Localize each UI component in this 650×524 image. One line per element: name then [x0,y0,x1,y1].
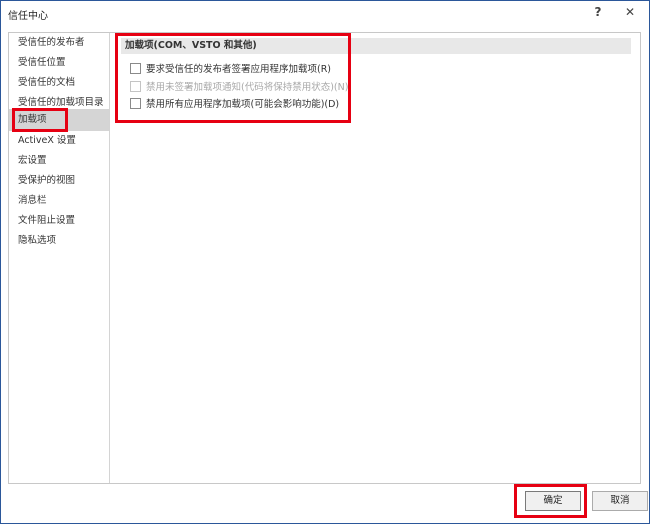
cancel-button[interactable]: 取消 [592,491,648,511]
close-icon[interactable]: ✕ [617,2,643,22]
ok-highlight-box [514,484,587,518]
sidebar-item-trusted-documents[interactable]: 受信任的文档 [9,73,109,93]
sidebar-item-message-bar[interactable]: 消息栏 [9,191,109,211]
title-bar: 信任中心 ? ✕ [1,1,649,25]
dialog-title: 信任中心 [8,11,48,22]
sidebar-item-privacy-options[interactable]: 隐私选项 [9,231,109,251]
sidebar-item-protected-view[interactable]: 受保护的视图 [9,171,109,191]
addins-highlight-box [12,108,68,132]
sidebar-item-trusted-locations[interactable]: 受信任位置 [9,53,109,73]
sidebar-item-activex-settings[interactable]: ActiveX 设置 [9,131,109,151]
sidebar-item-trusted-publishers[interactable]: 受信任的发布者 [9,33,109,53]
sidebar: 受信任的发布者 受信任位置 受信任的文档 受信任的加载项目录 加载项 Activ… [9,33,110,483]
addins-section-highlight-box [115,33,351,123]
sidebar-item-macro-settings[interactable]: 宏设置 [9,151,109,171]
help-icon[interactable]: ? [585,2,611,22]
sidebar-item-file-block-settings[interactable]: 文件阻止设置 [9,211,109,231]
